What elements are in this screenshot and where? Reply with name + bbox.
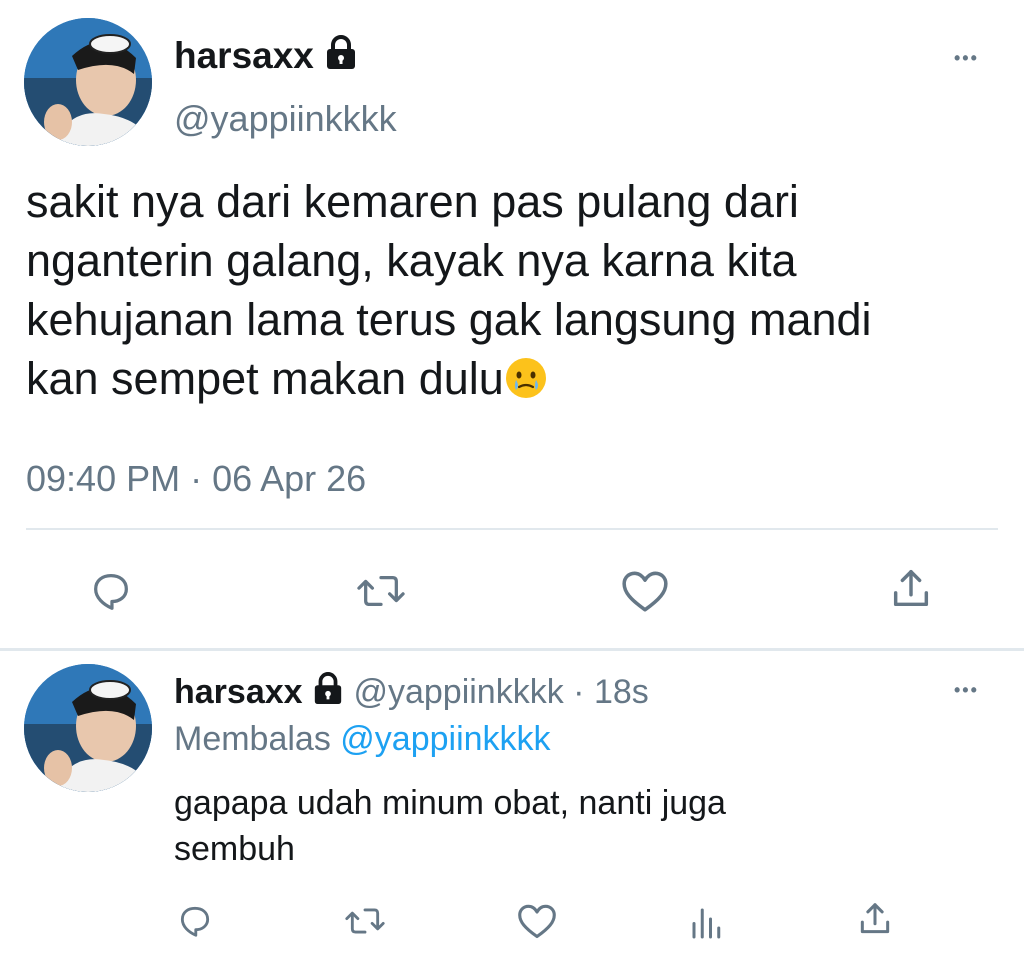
- reply-like-button[interactable]: [516, 902, 558, 940]
- share-icon: [860, 903, 890, 934]
- reply-more-icon[interactable]: •••: [954, 680, 979, 701]
- like-button[interactable]: [620, 568, 670, 614]
- reply-icon: [94, 574, 128, 610]
- retweet-icon: [345, 908, 385, 934]
- timestamp[interactable]: 09:40 PM · 06 Apr 26: [26, 458, 366, 500]
- reply-share-button[interactable]: [856, 900, 894, 938]
- tweet-text-line: nganterin galang, kayak nya karna kita: [26, 235, 797, 286]
- reply-age[interactable]: 18s: [594, 673, 649, 711]
- retweet-button[interactable]: [356, 568, 406, 614]
- lock-icon: [312, 671, 344, 717]
- display-name-text: harsaxx: [174, 35, 314, 76]
- avatar[interactable]: [24, 18, 152, 146]
- share-icon: [893, 570, 929, 607]
- tweet-text: sakit nya dari kemaren pas pulang dari n…: [26, 172, 1016, 414]
- replying-to: Membalas @yappiinkkkk: [174, 718, 551, 760]
- avatar-image: [24, 664, 152, 792]
- tweet-text-line: sakit nya dari kemaren pas pulang dari: [26, 176, 799, 227]
- reply-header: harsaxx @yappiinkkkk · 18s: [174, 670, 649, 717]
- reply-button[interactable]: [88, 568, 134, 614]
- replying-to-link[interactable]: @yappiinkkkk: [340, 720, 550, 758]
- retweet-icon: [357, 575, 405, 607]
- section-divider: [0, 648, 1024, 651]
- reply-separator: ·: [573, 673, 585, 711]
- reply-analytics-button[interactable]: [688, 904, 724, 940]
- handle[interactable]: @yappiinkkkk: [174, 98, 397, 140]
- replying-prefix: Membalas: [174, 720, 331, 758]
- reply-icon: [180, 906, 210, 937]
- reply-text-line: gapapa udah minum obat, nanti juga: [174, 784, 726, 822]
- reply-text-line: sembuh: [174, 830, 295, 868]
- reply-handle[interactable]: @yappiinkkkk: [353, 673, 563, 711]
- lock-icon: [324, 35, 358, 81]
- reply-avatar[interactable]: [24, 664, 152, 792]
- display-name[interactable]: harsaxx: [174, 34, 358, 78]
- analytics-icon: [692, 908, 721, 939]
- share-button[interactable]: [888, 566, 934, 612]
- like-icon: [622, 571, 668, 612]
- tweet-text-line: kehujanan lama terus gak langsung mandi: [26, 294, 872, 345]
- like-icon: [518, 904, 556, 939]
- avatar-image: [24, 18, 152, 146]
- divider: [26, 528, 998, 530]
- face-holding-back-tears-icon: [504, 355, 548, 414]
- more-icon[interactable]: •••: [954, 48, 979, 69]
- reply-reply-button[interactable]: [176, 902, 214, 940]
- tweet-text-last: kan sempet makan dulu: [26, 353, 504, 404]
- reply-display-name[interactable]: harsaxx: [174, 673, 303, 711]
- tweet-text-line: kan sempet makan dulu: [26, 349, 1016, 414]
- reply-text: gapapa udah minum obat, nanti juga sembu…: [174, 780, 994, 872]
- reply-retweet-button[interactable]: [344, 902, 386, 940]
